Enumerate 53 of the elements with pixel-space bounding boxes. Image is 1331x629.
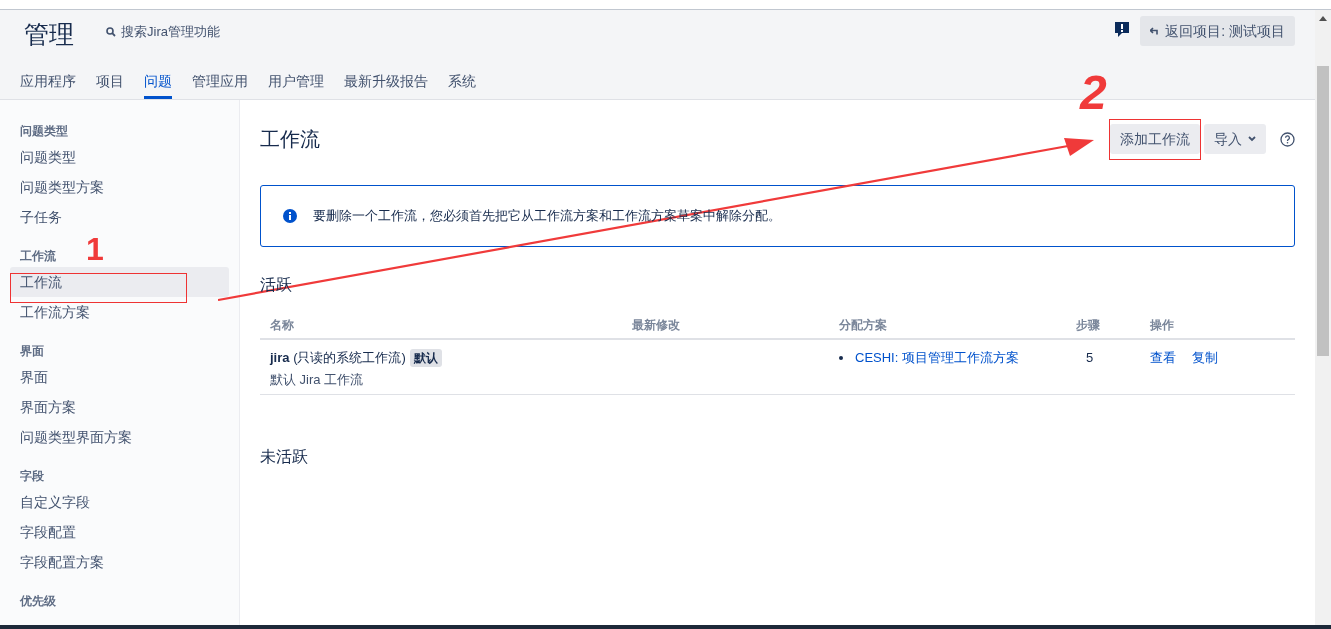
section-heading: 未活跃	[260, 447, 309, 467]
sidebar-item[interactable]: 界面方案	[10, 392, 229, 422]
import-dropdown-button[interactable]: 导入	[1204, 124, 1266, 154]
workflow-description: 默认 Jira 工作流	[270, 370, 365, 389]
page-heading: 工作流	[260, 127, 320, 152]
nav-tab[interactable]: 系统	[448, 71, 476, 99]
sidebar-item[interactable]: 问题类型	[10, 142, 229, 172]
sidebar-heading: 问题类型	[20, 123, 68, 140]
page-title: 管理	[24, 19, 74, 50]
nav-tab[interactable]: 项目	[96, 71, 124, 99]
sidebar-item[interactable]: 工作流	[10, 267, 229, 297]
sidebar-item[interactable]: 字段配置	[10, 517, 229, 547]
info-icon	[283, 209, 297, 223]
sidebar-heading: 工作流	[20, 248, 56, 265]
scroll-thumb[interactable]	[1317, 66, 1329, 356]
chevron-down-icon	[1248, 136, 1256, 142]
sidebar-heading: 界面	[20, 343, 44, 360]
sidebar-item[interactable]: 自定义字段	[10, 487, 229, 517]
search-icon	[106, 26, 116, 37]
default-badge: 默认	[409, 348, 442, 367]
sidebar-item[interactable]: 工作流方案	[10, 297, 229, 327]
scroll-up-icon[interactable]	[1319, 16, 1327, 21]
feedback-icon[interactable]	[1114, 21, 1131, 38]
nav-tab[interactable]: 管理应用	[192, 71, 248, 99]
sidebar-item[interactable]: 界面	[10, 362, 229, 392]
nav-tab[interactable]: 应用程序	[20, 71, 76, 99]
sidebar-heading: 优先级	[20, 593, 56, 610]
sidebar-item[interactable]: 子任务	[10, 202, 229, 232]
annotation-number: 1	[86, 230, 104, 268]
scrollbar[interactable]	[1315, 10, 1331, 625]
sidebar-item[interactable]: 字段配置方案	[10, 547, 229, 577]
nav-tab[interactable]: 最新升级报告	[344, 71, 428, 99]
column-header: 名称	[270, 316, 295, 334]
back-to-project-button[interactable]: 返回项目: 测试项目	[1140, 16, 1295, 46]
sidebar-heading: 字段	[20, 468, 44, 485]
column-header: 操作	[1150, 316, 1175, 334]
workflow-name: jira (只读的系统工作流)	[270, 349, 406, 367]
action-link[interactable]: 查看	[1150, 348, 1176, 394]
column-header: 分配方案	[839, 316, 888, 334]
add-workflow-button[interactable]: 添加工作流	[1110, 124, 1200, 154]
annotation-number: 2	[1080, 68, 1107, 118]
action-link[interactable]: 复制	[1192, 348, 1218, 394]
column-header: 最新修改	[632, 316, 681, 334]
search-link[interactable]: 搜索Jira管理功能	[106, 22, 220, 42]
nav-tab[interactable]: 用户管理	[268, 71, 324, 99]
sidebar-item[interactable]: 问题类型界面方案	[10, 422, 229, 452]
column-header: 步骤	[1076, 316, 1101, 334]
bullet-icon	[839, 355, 843, 360]
scheme-link[interactable]: CESHI: 项目管理工作流方案	[855, 348, 1019, 368]
return-arrow-icon	[1150, 27, 1161, 35]
steps-count: 5	[1085, 349, 1095, 367]
help-icon[interactable]	[1280, 131, 1295, 147]
sidebar-item[interactable]: 问题类型方案	[10, 172, 229, 202]
